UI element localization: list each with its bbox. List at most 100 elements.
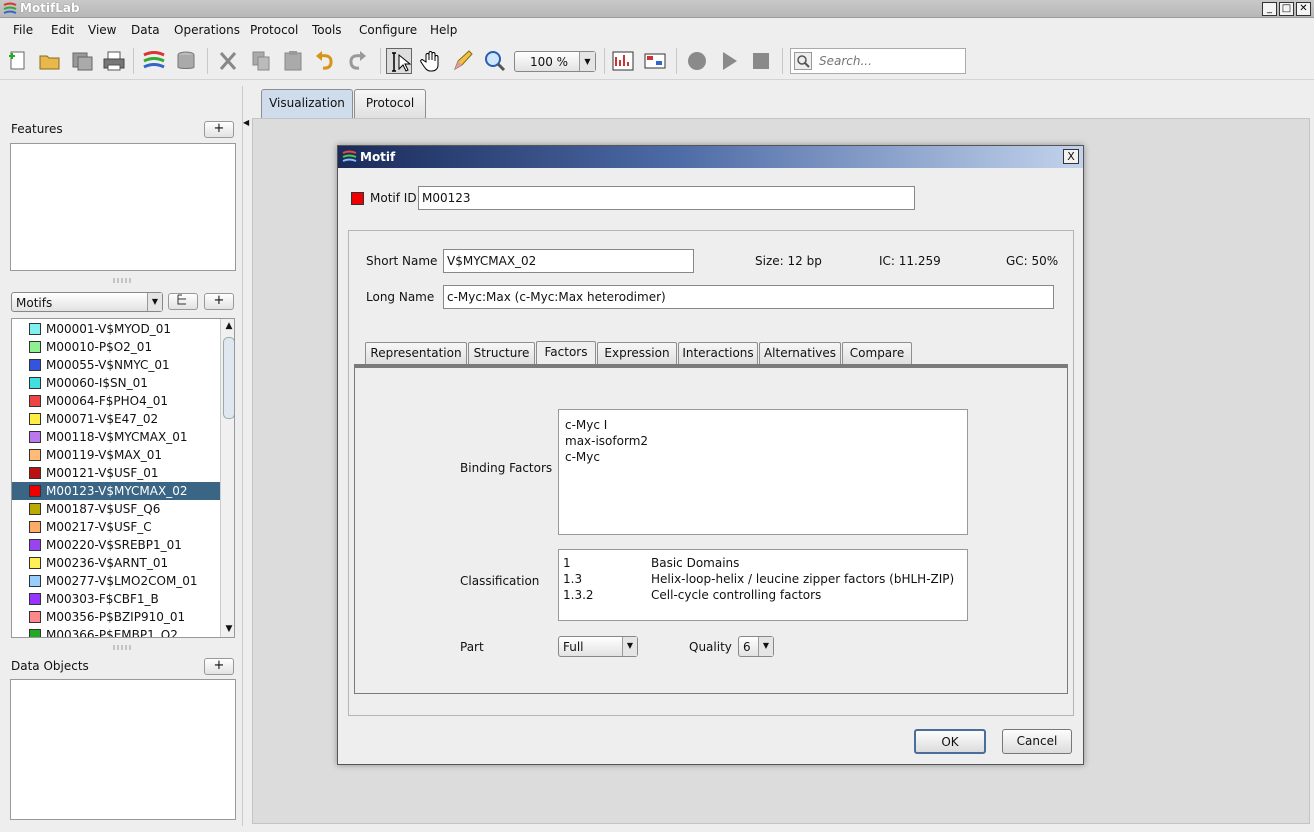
motif-color-swatch[interactable] xyxy=(29,611,41,623)
menu-view[interactable]: View xyxy=(88,23,116,37)
pencil-tool-icon[interactable] xyxy=(450,48,476,74)
menu-protocol[interactable]: Protocol xyxy=(250,23,298,37)
motif-color-swatch[interactable] xyxy=(29,431,41,443)
motif-list-item[interactable]: M00277-V$LMO2COM_01 xyxy=(12,572,220,590)
ok-button[interactable]: OK xyxy=(914,729,986,754)
zoom-tool-icon[interactable] xyxy=(482,48,508,74)
cut-icon[interactable] xyxy=(215,48,241,74)
motif-list-item[interactable]: M00118-V$MYCMAX_01 xyxy=(12,428,220,446)
motif-list-item[interactable]: M00187-V$USF_Q6 xyxy=(12,500,220,518)
motif-color-swatch[interactable] xyxy=(29,557,41,569)
tab-expression[interactable]: Expression xyxy=(597,342,677,365)
minimize-button[interactable]: _ xyxy=(1262,2,1277,16)
motif-list-item[interactable]: M00366-P$EMBP1_Q2 xyxy=(12,626,220,637)
motif-list-item[interactable]: M00236-V$ARNT_01 xyxy=(12,554,220,572)
tab-representation[interactable]: Representation xyxy=(365,342,467,365)
motif-color-swatch[interactable] xyxy=(29,503,41,515)
add-data-object-button[interactable]: + xyxy=(204,658,234,675)
database-icon[interactable] xyxy=(173,48,199,74)
play-icon[interactable] xyxy=(716,48,742,74)
maximize-button[interactable]: □ xyxy=(1279,2,1294,16)
motif-color-swatch[interactable] xyxy=(29,521,41,533)
record-icon[interactable] xyxy=(684,48,710,74)
collapse-arrow-icon[interactable]: ◀ xyxy=(243,118,249,127)
splitter-handle[interactable] xyxy=(113,278,131,283)
motif-list-item[interactable]: M00121-V$USF_01 xyxy=(12,464,220,482)
motifs-selector[interactable]: Motifs ▼ xyxy=(11,292,163,312)
motif-id-field[interactable]: M00123 xyxy=(418,186,915,210)
search-input[interactable] xyxy=(817,53,962,69)
motif-list-item[interactable]: M00119-V$MAX_01 xyxy=(12,446,220,464)
motif-list-item[interactable]: M00217-V$USF_C xyxy=(12,518,220,536)
features-list[interactable] xyxy=(10,143,236,271)
tab-interactions[interactable]: Interactions xyxy=(678,342,758,365)
add-feature-button[interactable]: + xyxy=(204,121,234,138)
tab-protocol[interactable]: Protocol xyxy=(354,89,426,118)
motif-color-swatch[interactable] xyxy=(29,575,41,587)
binding-factor-item[interactable]: c-Myc xyxy=(565,450,600,464)
part-combo[interactable]: Full ▼ xyxy=(558,636,638,657)
motif-color-swatch[interactable] xyxy=(29,593,41,605)
motif-list-item[interactable]: M00071-V$E47_02 xyxy=(12,410,220,428)
quality-combo[interactable]: 6 ▼ xyxy=(738,636,774,657)
close-icon[interactable]: X xyxy=(1063,149,1079,164)
save-icon[interactable] xyxy=(69,48,95,74)
motif-list-item[interactable]: M00303-F$CBF1_B xyxy=(12,590,220,608)
menu-file[interactable]: File xyxy=(13,23,33,37)
scroll-thumb[interactable] xyxy=(223,337,234,419)
motif-color-swatch[interactable] xyxy=(29,341,41,353)
motif-list-item[interactable]: M00001-V$MYOD_01 xyxy=(12,320,220,338)
motif-color-swatch[interactable] xyxy=(29,359,41,371)
short-name-field[interactable]: V$MYCMAX_02 xyxy=(443,249,694,273)
classification-list[interactable]: 1 Basic Domains 1.3 Helix-loop-helix / l… xyxy=(558,549,968,621)
binding-factor-item[interactable]: c-Myc I xyxy=(565,418,607,432)
redo-icon[interactable] xyxy=(344,48,370,74)
search-box[interactable] xyxy=(790,48,966,74)
tab-alternatives[interactable]: Alternatives xyxy=(759,342,841,365)
tab-compare[interactable]: Compare xyxy=(842,342,912,365)
motif-list[interactable]: M00001-V$MYOD_01 M00010-P$O2_01 M00055-V$N… xyxy=(11,318,235,638)
motif-list-item[interactable]: M00010-P$O2_01 xyxy=(12,338,220,356)
menu-operations[interactable]: Operations xyxy=(174,23,240,37)
dna-icon[interactable] xyxy=(141,48,167,74)
track-layout-icon[interactable] xyxy=(642,48,668,74)
add-motif-button[interactable]: + xyxy=(204,293,234,310)
menu-help[interactable]: Help xyxy=(430,23,457,37)
print-icon[interactable] xyxy=(101,48,127,74)
zoom-level-combo[interactable]: 100 % ▼ xyxy=(514,51,596,72)
motif-color-swatch[interactable] xyxy=(29,323,41,335)
long-name-field[interactable]: c-Myc:Max (c-Myc:Max heterodimer) xyxy=(443,285,1054,309)
motif-color-swatch[interactable] xyxy=(29,629,41,637)
binding-factors-list[interactable]: c-Myc I max-isoform2 c-Myc xyxy=(558,409,968,535)
copy-icon[interactable] xyxy=(248,48,274,74)
scroll-down-icon[interactable]: ▼ xyxy=(223,624,234,636)
track-visualization-icon[interactable] xyxy=(610,48,636,74)
motif-color-swatch[interactable] xyxy=(29,467,41,479)
splitter-handle[interactable] xyxy=(113,645,131,650)
motif-list-item[interactable]: M00064-F$PHO4_01 xyxy=(12,392,220,410)
motif-list-item[interactable]: M00220-V$SREBP1_01 xyxy=(12,536,220,554)
stop-icon[interactable] xyxy=(748,48,774,74)
motif-list-scrollbar[interactable]: ▲ ▼ xyxy=(220,319,234,637)
tab-visualization[interactable]: Visualization xyxy=(261,89,353,118)
motif-list-item[interactable]: M00060-I$SN_01 xyxy=(12,374,220,392)
select-tool-icon[interactable] xyxy=(386,48,412,74)
scroll-up-icon[interactable]: ▲ xyxy=(223,321,234,333)
close-window-button[interactable]: ✕ xyxy=(1296,2,1311,16)
menu-edit[interactable]: Edit xyxy=(51,23,74,37)
motif-color-swatch[interactable] xyxy=(351,192,364,205)
new-icon[interactable] xyxy=(5,48,31,74)
undo-icon[interactable] xyxy=(312,48,338,74)
motif-list-item[interactable]: M00055-V$NMYC_01 xyxy=(12,356,220,374)
hand-tool-icon[interactable] xyxy=(418,48,444,74)
motif-color-swatch[interactable] xyxy=(29,395,41,407)
data-objects-list[interactable] xyxy=(10,679,236,820)
tab-factors[interactable]: Factors xyxy=(536,341,596,366)
motif-color-swatch[interactable] xyxy=(29,377,41,389)
panel-divider[interactable]: ◀ xyxy=(242,86,249,826)
motif-color-swatch[interactable] xyxy=(29,485,41,497)
paste-icon[interactable] xyxy=(280,48,306,74)
menu-configure[interactable]: Configure xyxy=(359,23,417,37)
menu-data[interactable]: Data xyxy=(131,23,160,37)
motif-color-swatch[interactable] xyxy=(29,449,41,461)
